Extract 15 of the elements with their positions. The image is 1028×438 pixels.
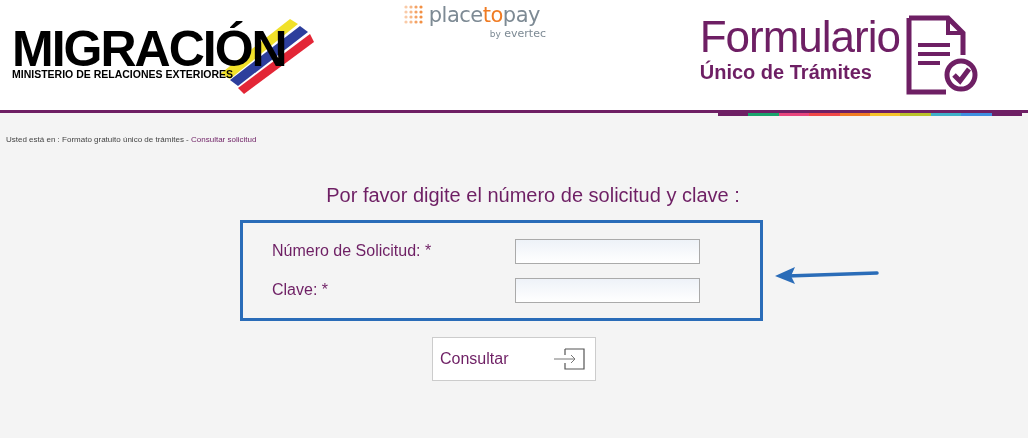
field-label: Número de Solicitud: * [272, 242, 433, 260]
partner-logo-text: placetopay [428, 3, 540, 27]
breadcrumb-link[interactable]: Consultar solicitud [191, 135, 257, 144]
brand-subtitle: Único de Trámites [699, 61, 873, 83]
document-check-icon [906, 15, 978, 95]
field-label: Clave: * [272, 281, 330, 299]
enter-icon [553, 348, 585, 370]
consultar-button[interactable]: Consultar [432, 337, 596, 381]
form-heading: Por favor digite el número de solicitud y clave : [325, 184, 741, 207]
brand-title: Formulario [699, 15, 900, 59]
breadcrumb: Usted está en : Formato gratuito único de trámites - Consultar solicitud [6, 135, 258, 144]
input-field[interactable] [515, 277, 700, 303]
input-field[interactable] [515, 238, 700, 264]
partner-byline: by evertec [489, 27, 546, 40]
dots-icon [402, 4, 425, 26]
